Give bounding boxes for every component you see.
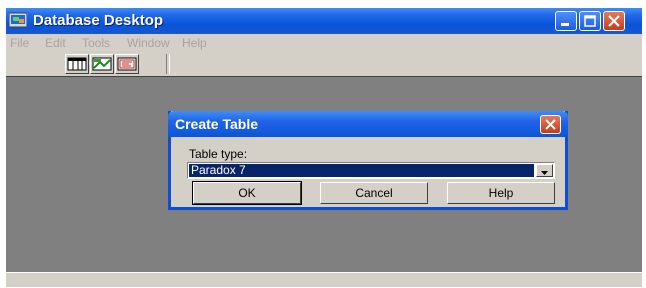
maximize-button[interactable] [579,11,601,31]
dialog-title: Create Table [175,116,258,132]
cancel-button[interactable]: Cancel [320,182,428,204]
dialog-title-bar[interactable]: Create Table [168,111,568,137]
query-icon [92,57,112,71]
chevron-down-icon [541,171,548,175]
create-table-dialog: Create Table Table type: Paradox 7 OK Ca… [168,111,568,210]
table-type-value: Paradox 7 [189,164,534,177]
menu-bar: File Edit Tools Window Help [6,34,642,52]
database-desktop-icon [9,12,27,28]
close-icon [608,15,620,27]
table-type-select[interactable]: Paradox 7 [187,162,555,179]
open-query-button[interactable] [90,54,114,74]
menu-help[interactable]: Help [182,36,207,50]
close-icon [545,119,556,130]
help-button[interactable]: Help [447,182,555,204]
dialog-close-button[interactable] [540,115,561,134]
menu-file[interactable]: File [10,36,29,50]
table-icon [67,57,87,71]
toolbar-separator [166,54,170,74]
table-type-label: Table type: [189,147,248,161]
open-sql-button[interactable] [115,54,139,74]
minimize-button[interactable] [555,11,577,31]
menu-tools[interactable]: Tools [82,36,110,50]
menu-edit[interactable]: Edit [45,36,66,50]
open-table-button[interactable] [65,54,89,74]
maximize-icon [584,15,596,27]
window-title: Database Desktop [33,12,164,29]
menu-window[interactable]: Window [127,36,170,50]
toolbar [6,52,642,76]
status-bar [6,272,642,287]
minimize-icon [561,23,569,26]
title-bar[interactable]: Database Desktop [6,8,642,34]
dropdown-button[interactable] [536,164,553,177]
sql-icon [117,57,137,71]
close-button[interactable] [603,11,625,31]
ok-button[interactable]: OK [192,181,302,205]
